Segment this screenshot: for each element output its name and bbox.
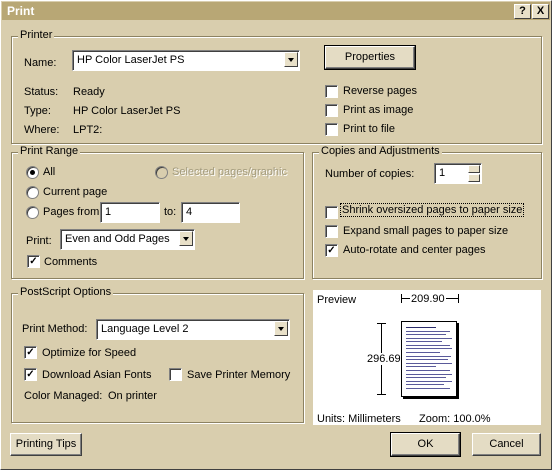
cancel-button[interactable]: Cancel: [472, 433, 541, 456]
where-value: LPT2:: [73, 124, 103, 136]
method-select[interactable]: Language Level 2: [96, 319, 290, 340]
ok-button[interactable]: OK: [390, 432, 461, 457]
height-dimension-tick: [377, 394, 386, 395]
printing-tips-button[interactable]: Printing Tips: [10, 433, 82, 456]
copies-value: 1: [439, 167, 446, 179]
all-label[interactable]: All: [43, 166, 55, 178]
height-dimension-tick: [377, 323, 386, 324]
selected-pages-radio: [155, 166, 168, 179]
color-managed-value: On printer: [108, 390, 157, 402]
chevron-down-icon[interactable]: [179, 231, 193, 246]
pages-from-radio[interactable]: [26, 206, 39, 219]
preview-height-value: 296.69: [367, 353, 401, 365]
comments-label[interactable]: Comments: [44, 256, 97, 268]
print-as-image-label[interactable]: Print as image: [343, 104, 413, 116]
pages-to-value: 4: [186, 206, 193, 218]
printer-name-value: HP Color LaserJet PS: [77, 54, 185, 66]
type-value: HP Color LaserJet PS: [73, 105, 181, 117]
preview-title: Preview: [317, 294, 357, 306]
reverse-pages-checkbox[interactable]: [325, 85, 338, 98]
status-label: Status:: [24, 86, 59, 98]
color-managed-label: Color Managed:: [24, 390, 103, 402]
status-value: Ready: [73, 86, 105, 98]
print-subset-select[interactable]: Even and Odd Pages: [60, 229, 195, 250]
dialog-title: Print: [7, 4, 35, 18]
print-dialog: Print ? X Printer Name: HP Color LaserJe…: [0, 0, 552, 470]
copies-group-title: Copies and Adjustments: [319, 145, 442, 157]
print-subset-label: Print:: [26, 235, 52, 247]
autorotate-label[interactable]: Auto-rotate and center pages: [343, 244, 485, 256]
pages-from-value: 1: [105, 206, 112, 218]
shrink-label[interactable]: Shrink oversized pages to paper size: [339, 203, 525, 217]
chevron-down-icon[interactable]: [274, 321, 288, 336]
title-bar: Print ? X: [2, 2, 550, 20]
width-dimension-tick: [458, 294, 459, 303]
expand-checkbox[interactable]: [325, 225, 338, 238]
print-to-file-checkbox[interactable]: [325, 123, 338, 136]
pages-from-label[interactable]: Pages from:: [43, 206, 102, 218]
print-to-file-label[interactable]: Print to file: [343, 123, 395, 135]
optimize-checkbox[interactable]: ✓: [24, 346, 37, 359]
shrink-checkbox[interactable]: [325, 206, 338, 219]
properties-button[interactable]: Properties: [324, 45, 416, 70]
preview-units: Units: Millimeters: [317, 413, 401, 425]
postscript-group-title: PostScript Options: [18, 286, 114, 298]
pages-from-input[interactable]: 1: [100, 202, 160, 223]
print-range-group-title: Print Range: [18, 145, 81, 157]
all-radio[interactable]: [26, 166, 39, 179]
printer-name-select[interactable]: HP Color LaserJet PS: [72, 50, 300, 71]
print-as-image-checkbox[interactable]: [325, 104, 338, 117]
copies-label: Number of copies:: [325, 168, 415, 180]
type-label: Type:: [24, 105, 51, 117]
help-button[interactable]: ?: [514, 4, 531, 19]
selected-pages-label: Selected pages/graphic: [172, 166, 287, 178]
printer-name-label: Name:: [24, 57, 57, 69]
where-label: Where:: [24, 124, 60, 136]
method-value: Language Level 2: [101, 323, 189, 335]
width-dimension-tick: [401, 294, 402, 303]
print-subset-value: Even and Odd Pages: [65, 233, 170, 245]
expand-label[interactable]: Expand small pages to paper size: [343, 225, 508, 237]
preview-panel: Preview 209.90 296.69 Units: Millimeters…: [313, 290, 541, 425]
save-memory-label[interactable]: Save Printer Memory: [187, 369, 290, 381]
save-memory-checkbox[interactable]: [169, 368, 182, 381]
current-page-radio[interactable]: [26, 186, 39, 199]
printer-group-title: Printer: [18, 29, 55, 41]
download-fonts-label[interactable]: Download Asian Fonts: [42, 369, 151, 381]
page-thumbnail: [401, 321, 457, 397]
preview-zoom: Zoom: 100.0%: [419, 413, 491, 425]
comments-checkbox[interactable]: ✓: [27, 255, 40, 268]
copies-spinner[interactable]: 1: [434, 163, 482, 184]
autorotate-checkbox[interactable]: ✓: [325, 244, 338, 257]
preview-width-value: 209.90: [410, 293, 446, 305]
close-button[interactable]: X: [532, 4, 549, 19]
chevron-down-icon[interactable]: [284, 52, 298, 67]
method-label: Print Method:: [22, 323, 88, 335]
pages-to-label: to:: [164, 206, 177, 218]
pages-to-input[interactable]: 4: [181, 202, 240, 223]
reverse-pages-label[interactable]: Reverse pages: [343, 85, 417, 97]
download-fonts-checkbox[interactable]: ✓: [24, 368, 37, 381]
spinner-arrows-icon[interactable]: [468, 165, 480, 182]
optimize-label[interactable]: Optimize for Speed: [42, 347, 136, 359]
current-page-label[interactable]: Current page: [43, 186, 107, 198]
